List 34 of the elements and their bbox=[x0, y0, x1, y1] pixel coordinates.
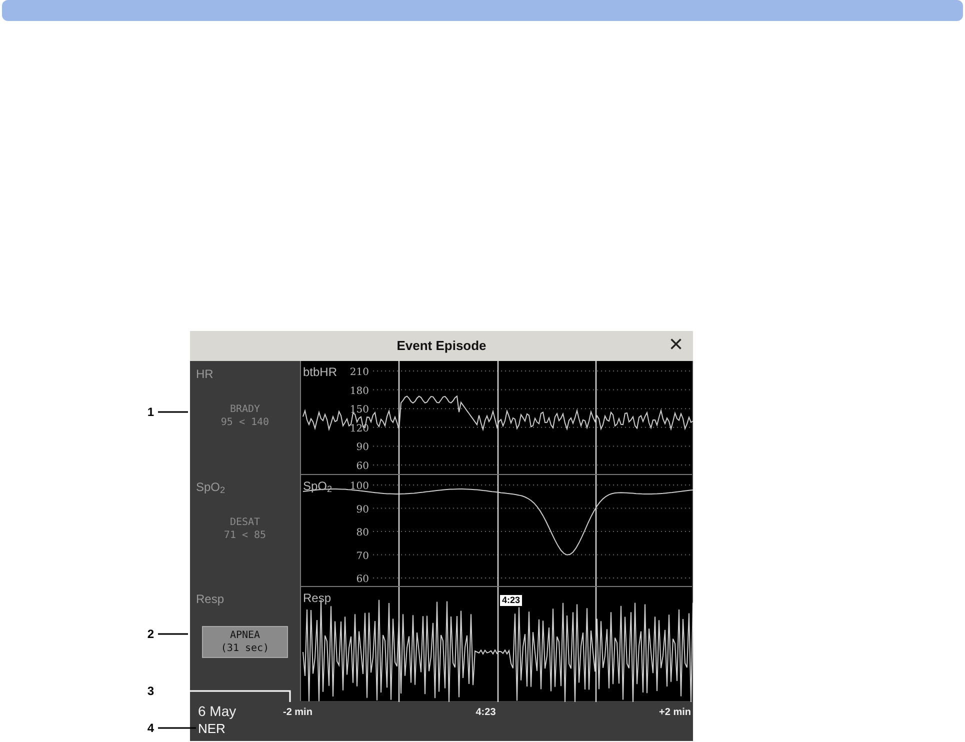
axis-tick-label: 210 bbox=[350, 367, 369, 378]
date-label: 6 May bbox=[198, 703, 238, 719]
leader-line bbox=[158, 633, 188, 635]
axis-tick-label: 80 bbox=[356, 528, 369, 538]
axis-tick-label: 90 bbox=[356, 442, 369, 454]
waveform-label: btbHR bbox=[303, 365, 338, 379]
callout-number: 1 bbox=[146, 405, 154, 419]
parameter-label: Resp bbox=[195, 591, 224, 608]
waveform-label: Resp bbox=[303, 591, 332, 605]
axis-tick-label: 60 bbox=[356, 574, 369, 585]
callout-number: 3 bbox=[146, 684, 154, 698]
axis-tick-label: 120 bbox=[350, 423, 369, 434]
alarm-label: BRADY 95 < 140 bbox=[220, 403, 270, 429]
axis-tick-label: 70 bbox=[356, 550, 369, 562]
callout-number: 2 bbox=[146, 627, 154, 641]
close-button[interactable]: × bbox=[664, 333, 687, 357]
time-axis-label: 4:23 bbox=[476, 707, 496, 719]
time-axis-label: +2 min bbox=[659, 707, 691, 719]
time-marker: 4:23 bbox=[500, 595, 522, 606]
axis-tick-label: 150 bbox=[350, 404, 369, 416]
time-axis-label: -2 min bbox=[283, 707, 312, 719]
axis-tick-label: 60 bbox=[356, 461, 369, 472]
leader-line bbox=[158, 727, 196, 729]
axis-tick-label: 90 bbox=[356, 504, 369, 516]
parameter-label: HR bbox=[195, 366, 214, 383]
callout-number: 4 bbox=[146, 721, 154, 735]
leader-line bbox=[158, 411, 188, 413]
mode-label: NER bbox=[198, 721, 226, 736]
axis-tick-label: 100 bbox=[350, 481, 369, 492]
window-title: Event Episode bbox=[396, 337, 488, 356]
alarm-label: DESAT 71 < 85 bbox=[222, 516, 268, 542]
alarm-label: APNEA (31 sec) bbox=[202, 626, 288, 658]
axis-tick-label: 180 bbox=[350, 386, 369, 397]
parameter-label: SpO$_{2}$ bbox=[195, 479, 226, 496]
